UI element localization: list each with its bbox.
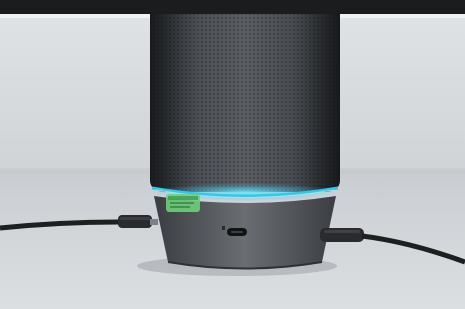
photo-frame — [0, 0, 465, 309]
left-cable-plug — [118, 215, 152, 228]
port-icon — [222, 226, 225, 230]
sticker-text-line — [170, 206, 190, 208]
speaker — [150, 14, 340, 270]
sticker-text-line — [170, 202, 194, 204]
left-plug-tip — [150, 219, 158, 225]
speaker-shading — [150, 14, 340, 192]
sticker — [166, 194, 200, 212]
speaker-scene — [0, 0, 465, 309]
sticker-stripe — [168, 196, 198, 200]
left-plug-highlight — [120, 217, 150, 220]
top-dark-strip — [0, 0, 465, 14]
right-plug-highlight — [324, 230, 360, 233]
usb-c-port-tongue — [231, 231, 243, 233]
